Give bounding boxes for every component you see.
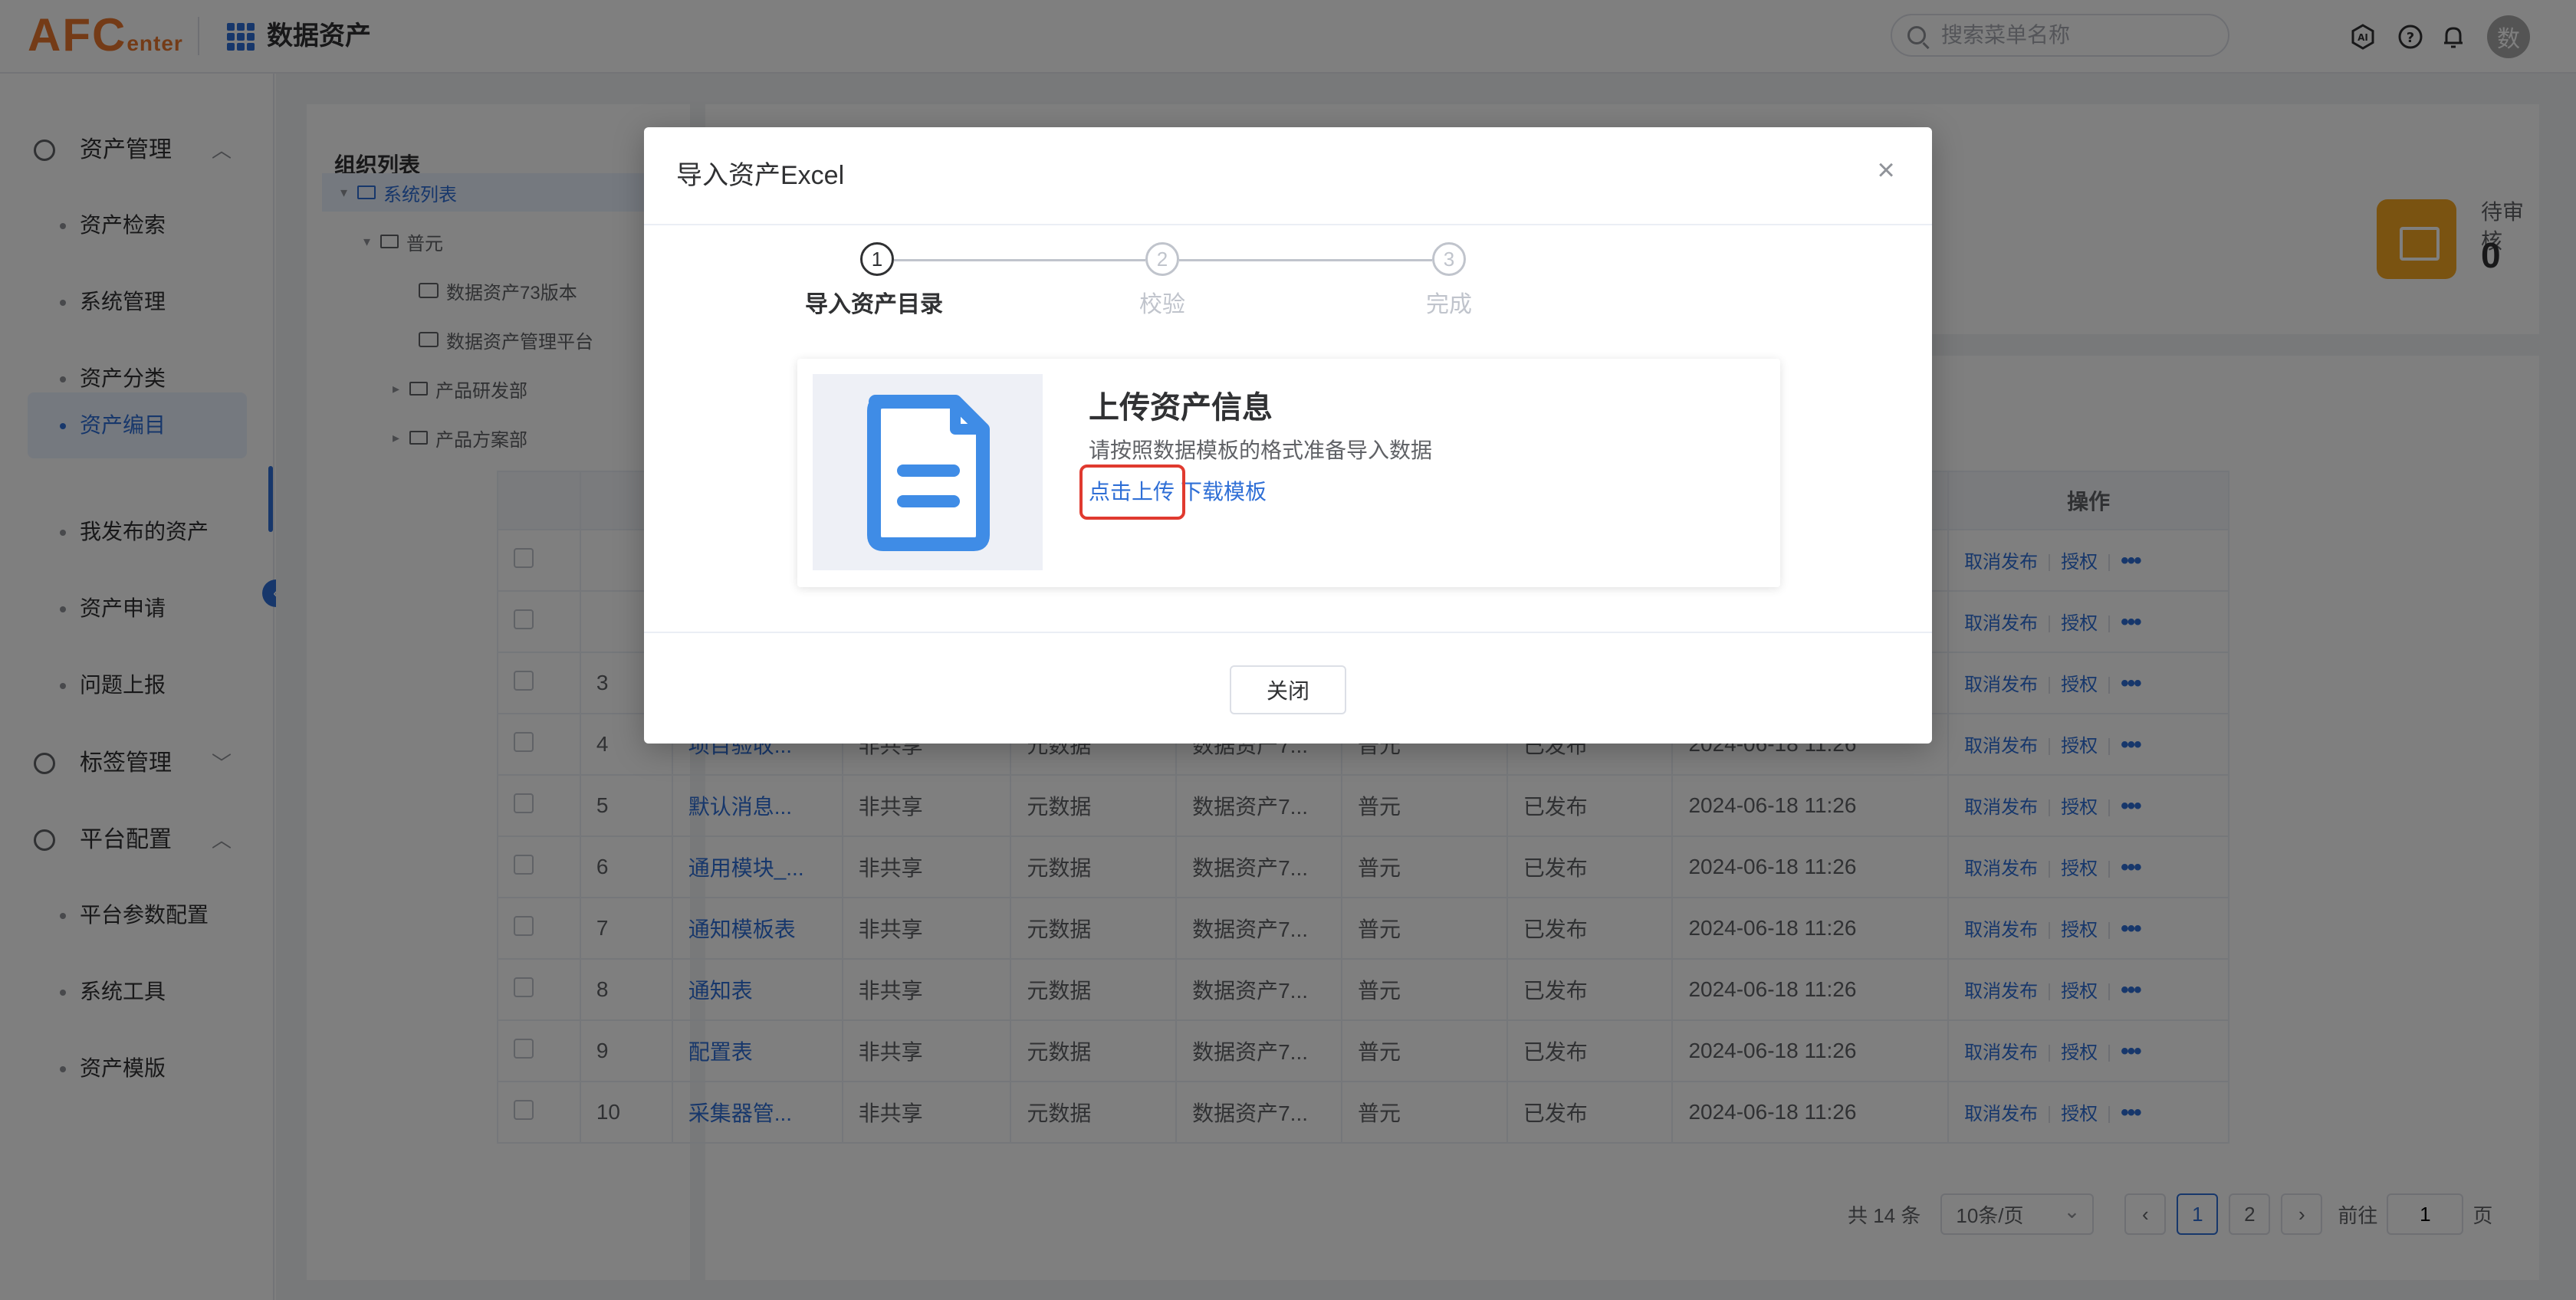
upload-title: 上传资产信息 (1089, 391, 1273, 425)
document-icon (813, 374, 1043, 570)
step-2-indicator: 2 (1145, 242, 1179, 276)
step-1-label: 导入资产目录 (805, 292, 943, 317)
dialog-title: 导入资产Excel (676, 161, 845, 190)
step-1-indicator: 1 (860, 242, 894, 276)
upload-card: 上传资产信息 请按照数据模板的格式准备导入数据 点击上传 下载模板 (797, 359, 1780, 587)
close-icon[interactable]: × (1871, 155, 1901, 185)
step-2-label: 校验 (1139, 292, 1185, 317)
step-3-label: 完成 (1426, 292, 1472, 317)
dialog-footer-divider (644, 632, 1932, 633)
download-template-link[interactable]: 下载模板 (1181, 477, 1267, 507)
step-connector (1179, 259, 1432, 261)
import-excel-dialog: 导入资产Excel × 1 2 3 导入资产目录 校验 完成 上传资产信息 请按… (644, 127, 1932, 744)
upload-highlight-box (1079, 465, 1185, 520)
step-connector (894, 259, 1145, 261)
close-button[interactable]: 关闭 (1230, 665, 1346, 714)
upload-description: 请按照数据模板的格式准备导入数据 (1089, 438, 1433, 462)
step-3-indicator: 3 (1432, 242, 1466, 276)
dialog-header-divider (644, 224, 1932, 225)
